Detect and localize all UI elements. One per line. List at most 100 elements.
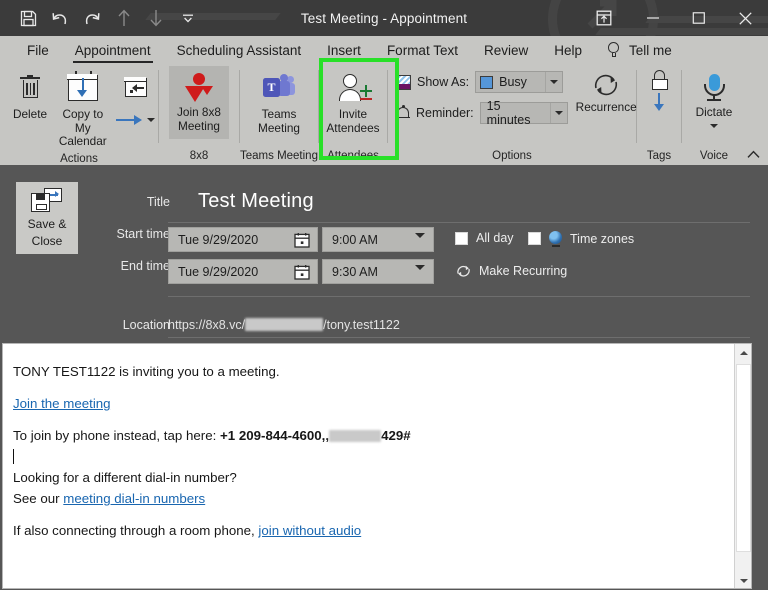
start-time-label: Start time [116,227,171,241]
copy-to-my-calendar-button[interactable]: Copy to My Calendar [52,68,114,151]
join-8x8-meeting-button[interactable]: Join 8x8 Meeting [169,66,229,139]
delete-button[interactable]: Delete [8,68,52,124]
dictate-label: Dictate [695,105,733,119]
reminder-value: 15 minutes [486,99,531,127]
reminder-chevron-down-icon[interactable] [549,103,567,123]
bell-icon [396,104,410,121]
dialin-question: Looking for a different dial-in number? [13,470,237,485]
tab-format-text[interactable]: Format Text [374,36,471,64]
end-date-input[interactable]: Tue 9/29/2020 [168,259,318,284]
location-input[interactable]: https://8x8.vc/ /tony.test1122 [168,316,400,334]
scroll-up-icon[interactable] [735,344,751,362]
ribbon-group-attendees: Invite Attendees Attendees [319,64,387,165]
show-as-chevron-down-icon[interactable] [545,72,562,92]
title-input[interactable]: Test Meeting [198,190,314,213]
globe-icon [548,231,563,247]
collapse-ribbon-chevron-up-icon[interactable] [744,145,762,163]
meeting-body-editor[interactable]: TONY TEST1122 is inviting you to a meeti… [2,343,752,589]
dictate-button[interactable]: Dictate [690,70,739,130]
show-as-row: Show As: Busy [396,71,568,93]
tab-file[interactable]: File [14,36,62,64]
delete-label: Delete [12,107,48,121]
group-label-voice: Voice [699,150,729,162]
all-day-label: All day [476,231,514,245]
start-time-chevron-down-icon[interactable] [415,233,425,252]
body-vertical-scrollbar[interactable] [734,344,751,588]
make-recurring-button[interactable]: Make Recurring [455,263,567,279]
tab-insert[interactable]: Insert [314,36,374,64]
tab-appointment[interactable]: Appointment [62,36,164,64]
teams-meeting-label-2: Meeting [258,120,300,135]
invite-person-icon [338,71,372,105]
body-text[interactable]: TONY TEST1122 is inviting you to a meeti… [13,362,737,553]
lightbulb-icon [607,42,620,58]
join-8x8-label-1: Join 8x8 [177,105,221,119]
end-time-input[interactable]: 9:30 AM [322,259,434,284]
join-without-audio-link[interactable]: join without audio [258,523,361,538]
trash-icon [20,71,40,105]
recurrence-icon [591,72,621,98]
minimize-button[interactable] [630,0,676,36]
invite-attendees-label-2: Attendees [326,120,380,135]
ribbon-display-options-icon[interactable] [578,0,630,36]
teams-meeting-button[interactable]: T Teams Meeting [252,68,306,137]
tab-scheduling-assistant[interactable]: Scheduling Assistant [164,36,315,64]
group-label-attendees: Attendees [327,150,379,162]
tab-help[interactable]: Help [541,36,595,64]
show-as-value: Busy [499,75,527,89]
divider [168,222,750,223]
time-zones-label: Time zones [570,231,635,246]
time-zones-row[interactable]: Time zones [528,231,635,247]
show-as-icon [396,74,411,90]
start-time-input[interactable]: 9:00 AM [322,227,434,252]
appointment-window: Test Meeting - Appointment File Appointm… [0,0,768,590]
start-time-value: 9:00 AM [332,232,378,247]
forward-chevron-down-icon[interactable] [147,118,156,122]
start-date-input[interactable]: Tue 9/29/2020 [168,227,318,252]
tab-label: File [27,42,49,58]
dictate-chevron-down-icon[interactable] [710,123,718,128]
start-date-value: Tue 9/29/2020 [178,232,259,247]
all-day-checkbox-row[interactable]: All day [455,231,514,245]
phone-redacted [329,430,382,443]
end-time-chevron-down-icon[interactable] [415,265,425,284]
time-zones-checkbox[interactable] [528,232,541,245]
maximize-button[interactable] [676,0,722,36]
start-date-calendar-picker-icon[interactable] [294,232,310,251]
tell-me-search[interactable]: Tell me [595,36,672,64]
importance-low-icon[interactable] [652,93,666,111]
save-and-close-button[interactable]: Save & Close [16,182,78,254]
end-date-value: Tue 9/29/2020 [178,264,259,279]
invite-attendees-button[interactable]: Invite Attendees [320,68,385,137]
location-redacted [245,318,324,332]
reminder-dropdown[interactable]: 15 minutes [479,99,568,127]
copy-to-my-calendar-label-1: Copy to My [62,107,104,135]
join-the-meeting-link[interactable]: Join the meeting [13,396,111,411]
close-button[interactable] [722,0,768,36]
8x8-logo-icon [184,71,214,103]
show-as-dropdown[interactable]: Busy [475,71,564,93]
group-label-options: Options [492,150,532,162]
forward-button[interactable] [114,68,158,128]
end-date-calendar-picker-icon[interactable] [294,264,310,283]
tab-review[interactable]: Review [471,36,541,64]
scroll-thumb[interactable] [736,364,751,552]
copy-to-my-calendar-label-2: Calendar [58,134,107,148]
forward-arrow-icon [116,114,143,126]
group-label-teams-meeting: Teams Meeting [240,150,318,162]
scroll-down-icon[interactable] [735,572,751,588]
lock-icon[interactable] [650,70,668,91]
microphone-icon [701,73,727,103]
ribbon: Delete Copy to My Calendar Actions Join … [0,58,768,165]
meeting-dial-in-numbers-link[interactable]: meeting dial-in numbers [63,491,205,506]
ribbon-group-tags: Tags [637,64,681,165]
divider [168,296,750,297]
busy-color-swatch [480,75,494,89]
recurrence-button[interactable]: Recurrence [576,72,637,115]
teams-meeting-label-1: Teams [261,107,297,121]
all-day-checkbox[interactable] [455,231,468,245]
ribbon-group-actions: Delete Copy to My Calendar Actions [0,64,158,165]
forward-calendar-icon [124,74,147,100]
microsoft-teams-icon: T [262,71,296,105]
title-label: Title [146,194,170,209]
